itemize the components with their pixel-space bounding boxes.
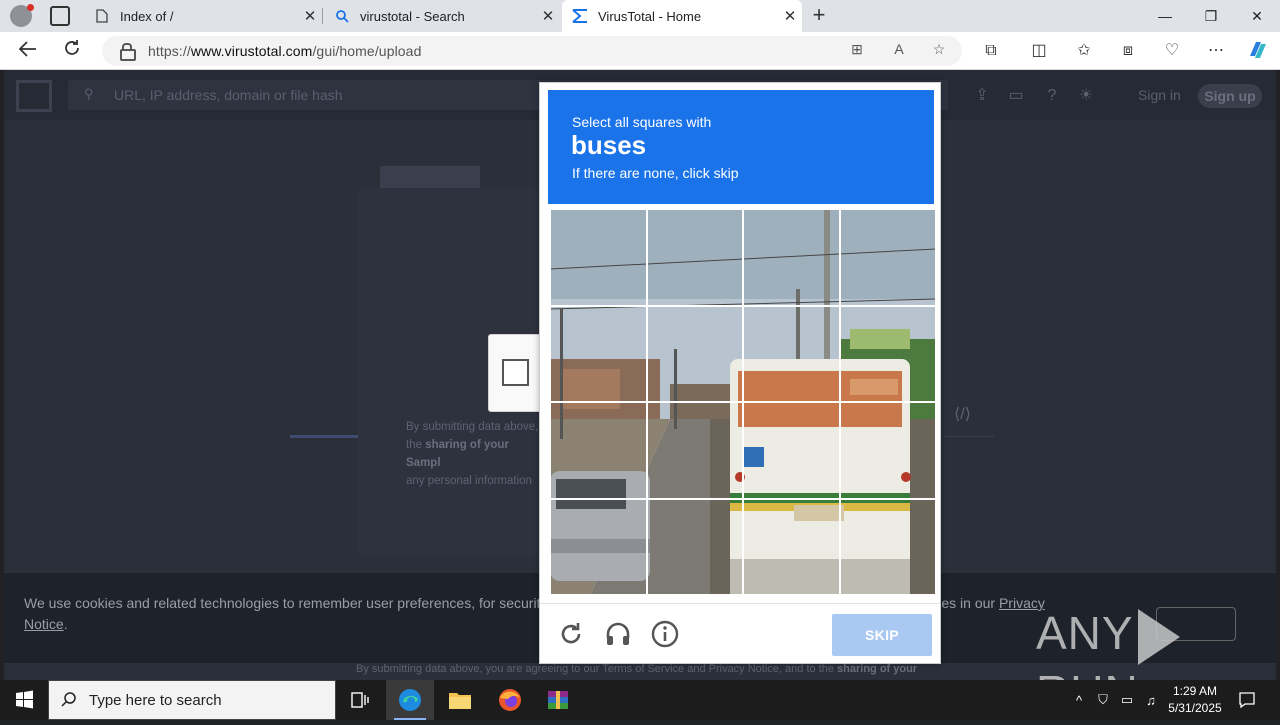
captcha-tile[interactable] bbox=[839, 498, 936, 595]
browser-tab-strip: Index of / ✕ virustotal - Search ✕ Virus… bbox=[0, 0, 1280, 32]
close-icon[interactable]: ✕ bbox=[536, 7, 560, 25]
back-icon[interactable] bbox=[14, 38, 42, 64]
vt-search-placeholder: URL, IP address, domain or file hash bbox=[114, 87, 343, 103]
app-available-icon[interactable]: ⊞ bbox=[846, 41, 868, 61]
split-screen-icon[interactable]: ◫ bbox=[1027, 40, 1051, 62]
favorites-icon[interactable]: ✩ bbox=[1072, 40, 1096, 62]
collections-icon[interactable]: ⧈ bbox=[1116, 40, 1140, 62]
virustotal-logo-icon[interactable] bbox=[16, 80, 52, 112]
captcha-tile[interactable] bbox=[839, 305, 936, 402]
firefox-taskbar-icon[interactable] bbox=[486, 680, 534, 720]
browser-toolbar: https://www.virustotal.com/gui/home/uplo… bbox=[0, 32, 1280, 70]
captcha-tile[interactable] bbox=[646, 402, 743, 499]
volume-icon[interactable]: ♫ bbox=[1140, 680, 1162, 720]
page-icon bbox=[94, 8, 110, 24]
captcha-tile[interactable] bbox=[839, 209, 936, 306]
divider bbox=[944, 436, 994, 437]
captcha-footer: SKIP bbox=[540, 603, 940, 665]
captcha-tile[interactable] bbox=[646, 305, 743, 402]
code-icon[interactable]: ⟨/⟩ bbox=[954, 404, 971, 424]
tab-actions-icon[interactable] bbox=[50, 6, 70, 26]
tab-title: Index of / bbox=[120, 8, 174, 24]
submission-fine-print: By submitting data above, the sharing of… bbox=[406, 421, 539, 487]
reload-icon[interactable] bbox=[557, 620, 585, 648]
captcha-tile[interactable] bbox=[743, 498, 840, 595]
captcha-tile[interactable] bbox=[550, 498, 647, 595]
captcha-tile[interactable] bbox=[839, 402, 936, 499]
taskbar-search-input[interactable]: Type here to search bbox=[48, 680, 336, 720]
search-icon: ⚲ bbox=[84, 86, 94, 101]
browser-essentials-icon[interactable]: ♡ bbox=[1160, 40, 1184, 62]
virustotal-icon bbox=[572, 8, 588, 24]
captcha-tile[interactable] bbox=[646, 498, 743, 595]
search-icon bbox=[61, 691, 77, 712]
captcha-tile[interactable] bbox=[550, 305, 647, 402]
system-clock[interactable]: 1:29 AM 5/31/2025 bbox=[1160, 683, 1230, 717]
copilot-icon[interactable] bbox=[1246, 40, 1270, 62]
tab-title: virustotal - Search bbox=[360, 8, 465, 24]
virustotal-big-logo bbox=[380, 166, 480, 188]
favorite-star-icon[interactable]: ☆ bbox=[928, 41, 950, 61]
tab-separator bbox=[322, 8, 323, 24]
notice-link[interactable]: Notice bbox=[24, 616, 64, 632]
skip-button[interactable]: SKIP bbox=[832, 614, 932, 656]
notifications-icon[interactable] bbox=[1236, 680, 1258, 720]
clock-date: 5/31/2025 bbox=[1168, 701, 1222, 715]
captcha-tile[interactable] bbox=[743, 305, 840, 402]
chat-icon[interactable]: ▭ bbox=[1006, 86, 1026, 106]
captcha-tile[interactable] bbox=[646, 209, 743, 306]
sign-in-link[interactable]: Sign in bbox=[1138, 87, 1181, 103]
edge-taskbar-icon[interactable] bbox=[386, 680, 434, 720]
security-tray-icon[interactable]: ⛉ bbox=[1092, 680, 1114, 720]
profile-avatar-icon[interactable] bbox=[10, 4, 34, 27]
tab-virustotal-search[interactable]: virustotal - Search ✕ bbox=[324, 0, 560, 32]
windows-start-icon[interactable] bbox=[0, 680, 48, 720]
captcha-tile[interactable] bbox=[743, 209, 840, 306]
taskbar-search-placeholder: Type here to search bbox=[89, 692, 222, 709]
tab-virustotal-home[interactable]: VirusTotal - Home ✕ bbox=[562, 0, 802, 32]
show-hidden-icons-icon[interactable]: ^ bbox=[1068, 680, 1090, 720]
minimize-icon[interactable]: — bbox=[1142, 0, 1188, 32]
refresh-icon[interactable] bbox=[58, 38, 86, 64]
restore-icon[interactable]: ❐ bbox=[1188, 0, 1234, 32]
tab-title: VirusTotal - Home bbox=[598, 8, 702, 24]
close-window-icon[interactable]: ✕ bbox=[1234, 0, 1280, 32]
info-icon[interactable] bbox=[651, 620, 679, 648]
tab-index[interactable]: Index of / ✕ bbox=[84, 0, 322, 32]
audio-challenge-icon[interactable] bbox=[604, 620, 632, 648]
new-tab-button[interactable]: + bbox=[806, 3, 832, 29]
captcha-hint: If there are none, click skip bbox=[572, 165, 739, 181]
captcha-challenge: Select all squares with buses If there a… bbox=[539, 82, 941, 664]
windows-taskbar: Type here to search ^ ⛉ ▭ ♫ 1:29 AM 5/31… bbox=[0, 680, 1280, 720]
captcha-checkbox[interactable] bbox=[502, 359, 529, 386]
url-text[interactable]: https://www.virustotal.com/gui/home/uplo… bbox=[148, 43, 421, 59]
search-icon bbox=[334, 8, 350, 24]
file-explorer-taskbar-icon[interactable] bbox=[436, 680, 484, 720]
more-menu-icon[interactable]: ⋯ bbox=[1204, 40, 1228, 62]
address-bar[interactable]: https://www.virustotal.com/gui/home/uplo… bbox=[102, 36, 962, 66]
read-aloud-icon[interactable]: A bbox=[888, 41, 910, 61]
captcha-image-grid bbox=[550, 209, 936, 595]
captcha-target-object: buses bbox=[571, 130, 647, 160]
extensions-icon[interactable]: ⧉ bbox=[979, 40, 1003, 62]
captcha-tile[interactable] bbox=[550, 209, 647, 306]
close-icon[interactable]: ✕ bbox=[778, 7, 802, 25]
tab-underline bbox=[290, 435, 358, 438]
clock-time: 1:29 AM bbox=[1172, 684, 1218, 698]
theme-icon[interactable]: ☀ bbox=[1076, 86, 1096, 106]
captcha-instruction: Select all squares with bbox=[572, 114, 712, 130]
winrar-taskbar-icon[interactable] bbox=[534, 680, 582, 720]
help-icon[interactable]: ? bbox=[1042, 86, 1062, 106]
close-icon[interactable]: ✕ bbox=[298, 7, 322, 25]
upload-icon[interactable]: ⇪ bbox=[972, 86, 992, 106]
sign-up-button[interactable]: Sign up bbox=[1198, 84, 1262, 108]
network-icon[interactable]: ▭ bbox=[1116, 680, 1138, 720]
captcha-tile[interactable] bbox=[550, 402, 647, 499]
captcha-tile[interactable] bbox=[743, 402, 840, 499]
captcha-header: Select all squares with buses If there a… bbox=[548, 90, 934, 204]
task-view-icon[interactable] bbox=[336, 680, 384, 720]
lock-icon[interactable] bbox=[120, 43, 136, 61]
play-icon bbox=[1137, 608, 1180, 665]
